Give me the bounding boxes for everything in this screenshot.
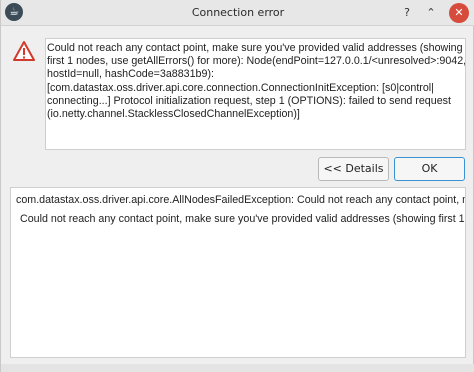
collapse-button[interactable]: ⌃	[421, 3, 441, 23]
error-dialog-window: ☕ Connection error ? ⌃ ✕ Could not reach…	[0, 0, 474, 372]
error-details-panel[interactable]: com.datastax.oss.driver.api.core.AllNode…	[10, 187, 466, 358]
warning-icon	[13, 41, 35, 61]
ok-button[interactable]: OK	[394, 157, 465, 181]
details-line: Could not reach any contact point, make …	[20, 213, 466, 225]
error-message-box[interactable]: Could not reach any contact point, make …	[45, 38, 466, 150]
details-toggle-button[interactable]: << Details	[318, 157, 389, 181]
details-line: com.datastax.oss.driver.api.core.AllNode…	[16, 194, 466, 206]
help-button[interactable]: ?	[397, 3, 417, 23]
titlebar[interactable]: ☕ Connection error ? ⌃ ✕	[1, 0, 474, 26]
error-message-text: Could not reach any contact point, make …	[47, 42, 466, 121]
window-bottom-edge	[1, 364, 474, 372]
close-button[interactable]: ✕	[449, 3, 469, 23]
